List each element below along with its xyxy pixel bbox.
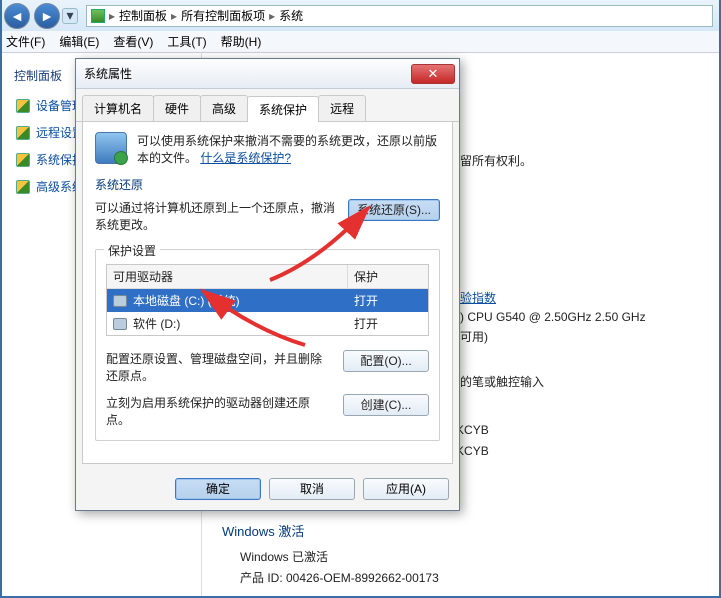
drives-list[interactable]: 可用驱动器 保护 本地磁盘 (C:) (系统) 打开 软件 (D:) 打开	[106, 264, 429, 336]
ok-button[interactable]: 确定	[175, 478, 261, 500]
shield-icon	[16, 153, 30, 167]
menu-view[interactable]: 查看(V)	[113, 33, 153, 50]
drive-row-d[interactable]: 软件 (D:) 打开	[107, 312, 428, 335]
system-restore-group-label: 系统还原	[95, 176, 440, 193]
breadcrumb-a[interactable]: 控制面板	[119, 7, 167, 24]
system-restore-button[interactable]: 系统还原(S)...	[348, 199, 440, 221]
drives-header-protection: 保护	[348, 265, 428, 288]
drive-status: 打开	[348, 312, 428, 335]
create-restore-point-desc: 立刻为启用系统保护的驱动器创建还原点。	[106, 394, 331, 428]
system-protection-icon	[95, 132, 127, 164]
system-properties-dialog: 系统属性 ✕ 计算机名 硬件 高级 系统保护 远程 可以使用系统保护来撤消不需要…	[75, 58, 460, 511]
product-id: 产品 ID: 00426-OEM-8992662-00173	[240, 569, 699, 586]
address-bar[interactable]: ▸ 控制面板 ▸ 所有控制面板项 ▸ 系统	[86, 5, 713, 27]
menu-help[interactable]: 帮助(H)	[221, 33, 262, 50]
configure-desc: 配置还原设置、管理磁盘空间，并且删除还原点。	[106, 350, 331, 384]
rights-text: 留所有权利。	[460, 152, 720, 169]
dialog-title-text: 系统属性	[84, 65, 132, 82]
shield-icon	[16, 126, 30, 140]
activation-status: Windows 已激活	[240, 548, 699, 565]
shield-icon	[16, 99, 30, 113]
tab-hardware[interactable]: 硬件	[153, 95, 201, 121]
experience-index-link[interactable]: 验指数	[460, 291, 496, 305]
cpu-text: ) CPU G540 @ 2.50GHz 2.50 GHz	[460, 310, 720, 324]
tab-advanced[interactable]: 高级	[200, 95, 248, 121]
pen-touch-text: 的笔或触控输入	[460, 373, 720, 390]
control-panel-icon	[91, 9, 105, 23]
drive-name: 本地磁盘 (C:) (系统)	[133, 292, 240, 309]
tab-computer-name[interactable]: 计算机名	[82, 95, 154, 121]
menu-edit[interactable]: 编辑(E)	[59, 33, 99, 50]
drive-status: 打开	[348, 289, 428, 312]
explorer-menubar: 文件(F) 编辑(E) 查看(V) 工具(T) 帮助(H)	[2, 31, 719, 53]
nav-back-button[interactable]: ◄	[4, 3, 30, 29]
breadcrumb-c[interactable]: 系统	[279, 7, 303, 24]
menu-tools[interactable]: 工具(T)	[167, 33, 206, 50]
dialog-titlebar[interactable]: 系统属性 ✕	[76, 59, 459, 89]
protection-settings-group-label: 保护设置	[104, 242, 160, 259]
nav-history-dropdown[interactable]: ▾	[62, 8, 78, 24]
cancel-button[interactable]: 取消	[269, 478, 355, 500]
close-button[interactable]: ✕	[411, 64, 455, 84]
explorer-titlebar: ◄ ► ▾ ▸ 控制面板 ▸ 所有控制面板项 ▸ 系统	[2, 0, 719, 31]
activation-section-title: Windows 激活	[222, 521, 699, 540]
system-info-peek: 留所有权利。 验指数 ) CPU G540 @ 2.50GHz 2.50 GHz…	[460, 140, 720, 394]
intro-row: 可以使用系统保护来撤消不需要的系统更改，还原以前版本的文件。 什么是系统保护?	[95, 132, 440, 166]
close-icon: ✕	[428, 66, 439, 82]
disk-icon	[113, 318, 127, 330]
dialog-footer: 确定 取消 应用(A)	[76, 470, 459, 510]
apply-button[interactable]: 应用(A)	[363, 478, 449, 500]
shield-icon	[16, 180, 30, 194]
tab-remote[interactable]: 远程	[318, 95, 366, 121]
system-restore-desc: 可以通过将计算机还原到上一个还原点，撤消系统更改。	[95, 199, 336, 233]
tab-system-protection[interactable]: 系统保护	[247, 96, 319, 122]
menu-file[interactable]: 文件(F)	[6, 33, 45, 50]
what-is-system-protection-link[interactable]: 什么是系统保护?	[200, 151, 291, 165]
create-restore-point-button[interactable]: 创建(C)...	[343, 394, 429, 416]
drive-name: 软件 (D:)	[133, 315, 180, 332]
dialog-tabs: 计算机名 硬件 高级 系统保护 远程	[76, 89, 459, 122]
drive-row-c[interactable]: 本地磁盘 (C:) (系统) 打开	[107, 289, 428, 312]
disk-icon	[113, 295, 127, 307]
breadcrumb-b[interactable]: 所有控制面板项	[181, 7, 265, 24]
dialog-body: 可以使用系统保护来撤消不需要的系统更改，还原以前版本的文件。 什么是系统保护? …	[82, 122, 453, 464]
drives-header-name: 可用驱动器	[107, 265, 348, 288]
nav-forward-button[interactable]: ►	[34, 3, 60, 29]
ram-usable-text: 可用)	[460, 328, 720, 345]
configure-button[interactable]: 配置(O)...	[343, 350, 429, 372]
